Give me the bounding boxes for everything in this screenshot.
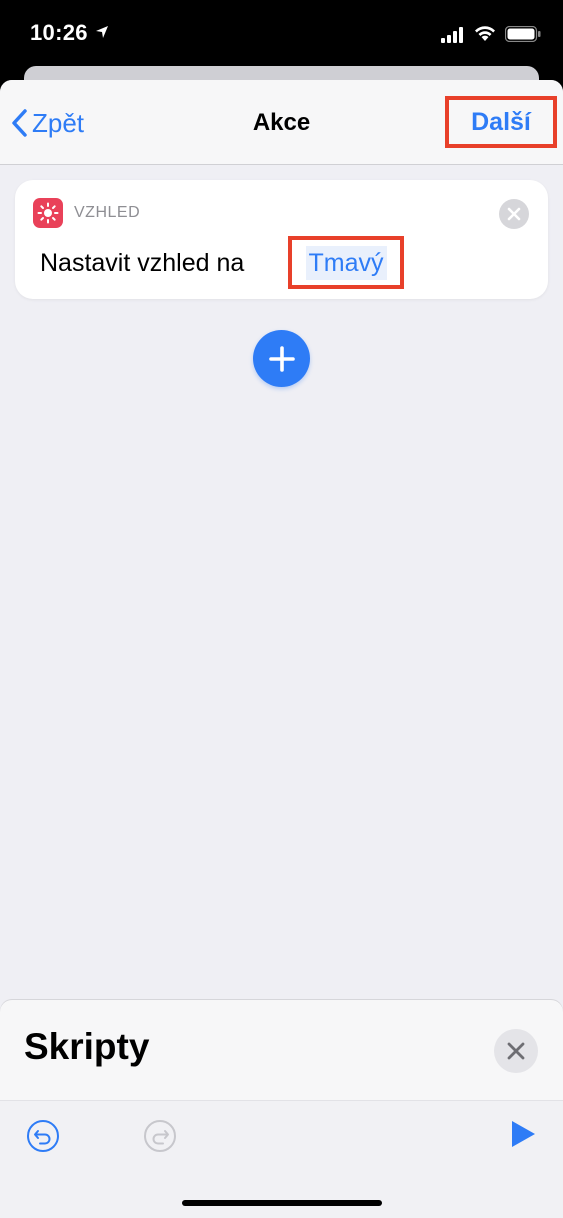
action-card[interactable]: VZHLED Nastavit vzhled na Tmavý — [15, 180, 548, 299]
cellular-signal-icon — [441, 27, 463, 43]
appearance-sun-icon — [33, 198, 63, 228]
home-indicator — [182, 1200, 382, 1206]
action-category: VZHLED — [74, 204, 141, 221]
next-button[interactable]: Další — [445, 96, 557, 148]
scripts-panel: Skripty — [0, 1000, 563, 1218]
panel-title: Skripty — [24, 1026, 150, 1067]
appearance-value[interactable]: Tmavý — [305, 245, 387, 280]
remove-action-button[interactable] — [499, 199, 529, 229]
navigation-bar: Zpět Akce Další — [0, 80, 563, 165]
status-bar: 10:26 — [0, 0, 563, 66]
location-arrow-icon — [96, 26, 108, 38]
close-icon — [507, 207, 521, 221]
next-label: Další — [471, 107, 531, 136]
wifi-icon — [475, 26, 495, 41]
editor-toolbar — [0, 1100, 563, 1218]
battery-icon — [505, 26, 541, 42]
chevron-left-icon — [12, 109, 27, 137]
undo-icon[interactable] — [26, 1119, 60, 1153]
close-icon — [507, 1042, 525, 1060]
play-icon[interactable] — [509, 1119, 537, 1149]
plus-icon — [268, 345, 295, 372]
add-action-button[interactable] — [253, 330, 310, 387]
shortcut-editor-sheet: Zpět Akce Další VZHLED Nastavit vzhled n… — [0, 80, 563, 1218]
back-button[interactable]: Zpět — [12, 106, 84, 140]
redo-icon[interactable] — [143, 1119, 177, 1153]
action-description: Nastavit vzhled na — [40, 249, 245, 277]
appearance-parameter[interactable]: Tmavý — [288, 236, 404, 289]
back-label: Zpět — [32, 107, 85, 138]
status-time: 10:26 — [30, 20, 88, 45]
close-panel-button[interactable] — [494, 1029, 538, 1073]
